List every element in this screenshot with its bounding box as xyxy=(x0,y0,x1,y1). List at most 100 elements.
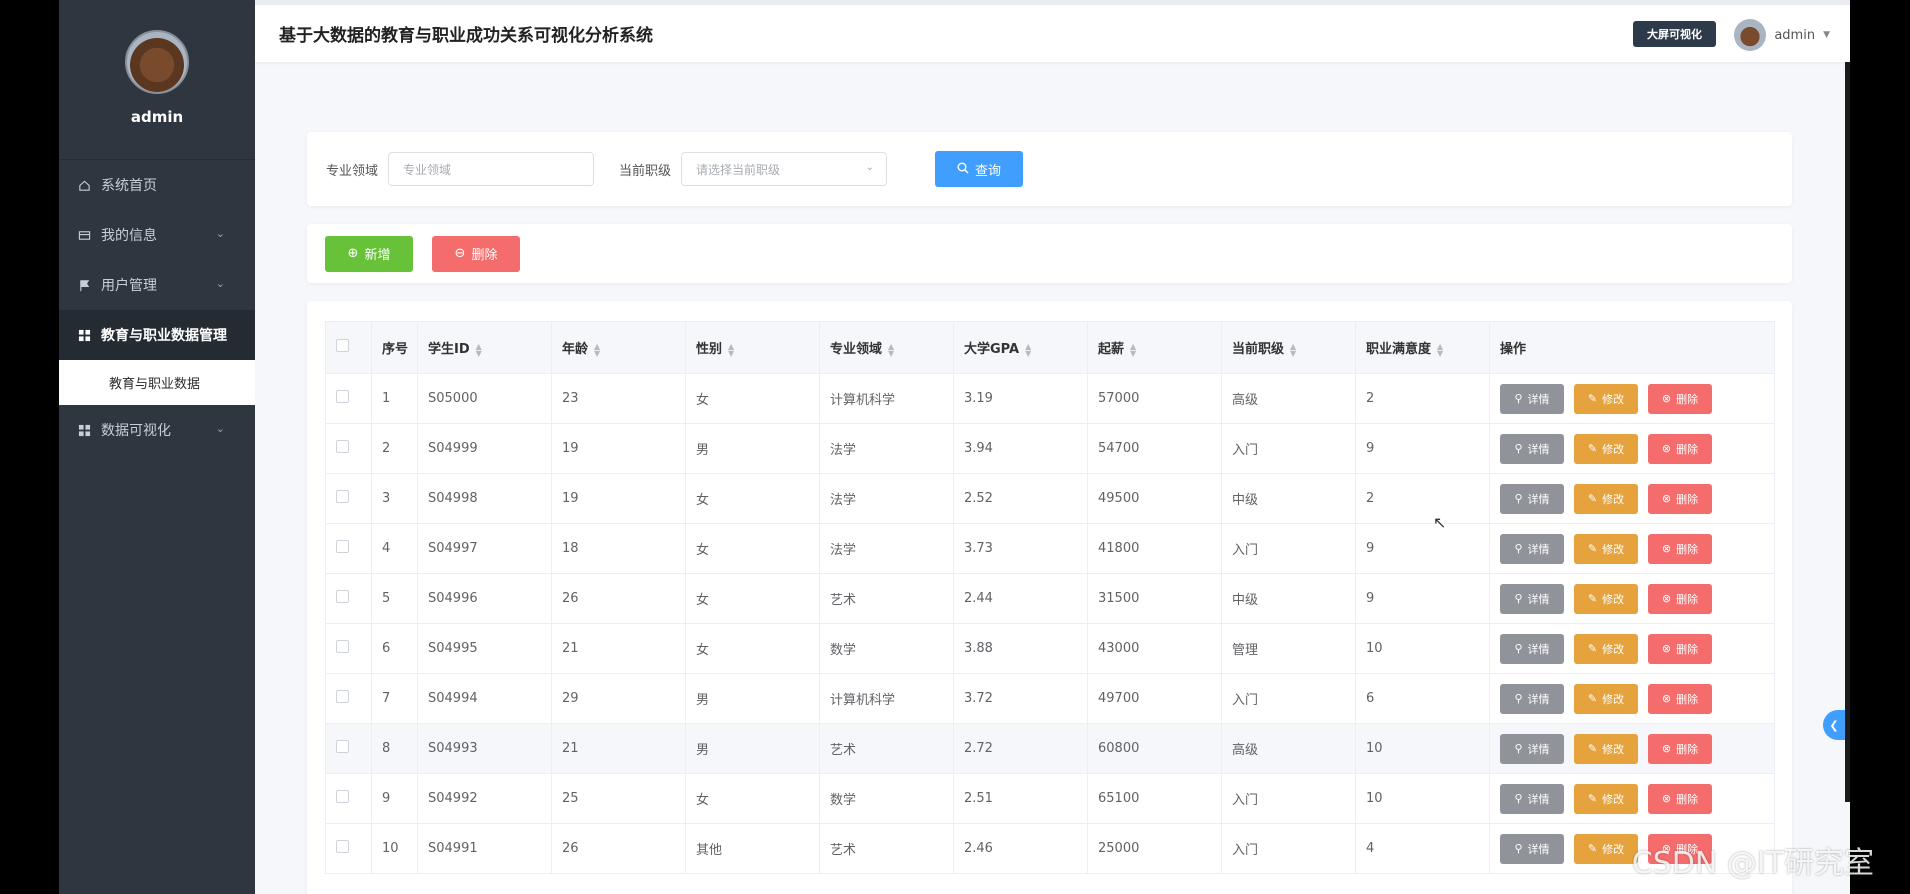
row-checkbox[interactable] xyxy=(336,690,349,703)
query-button[interactable]: 查询 xyxy=(935,151,1024,187)
detail-button[interactable]: ⚲ 详情 xyxy=(1500,483,1564,514)
chevron-down-icon: ⌄ xyxy=(215,277,225,290)
row-checkbox[interactable] xyxy=(336,840,349,853)
sort-icon[interactable]: ▲ ▼ xyxy=(1290,342,1296,357)
edit-button[interactable]: ✎ 修改 xyxy=(1574,583,1638,614)
delete-button[interactable]: ⊗ 删除 xyxy=(1648,583,1712,614)
bigscreen-button[interactable]: 大屏可视化 xyxy=(1633,21,1716,47)
detail-button[interactable]: ⚲ 详情 xyxy=(1500,833,1564,864)
cell-index: 4 xyxy=(371,523,418,574)
sort-icon[interactable]: ▲ ▼ xyxy=(888,342,894,357)
delete-button[interactable]: ⊗ 删除 xyxy=(1648,733,1712,764)
table-row[interactable]: 8 S04993 21 男艺术 2.72 60800 高级 10 ⚲ 详情 ✎ 修改 ⊗ 删除 xyxy=(325,723,1775,774)
sidebar-item-user-management[interactable]: 用户管理 ⌄ xyxy=(59,260,255,310)
table-row[interactable]: 10 S04991 26 其他 艺术 2.46 25000 入门 4 ⚲ 详情 ✎ 修改 ⊗ 删除 xyxy=(325,823,1775,874)
detail-button[interactable]: ⚲ 详情 xyxy=(1500,383,1564,414)
cell-gender: 女 xyxy=(685,473,820,524)
pencil-icon: ✎ xyxy=(1587,792,1598,805)
table-row[interactable]: 1 S05000 23 女计算机科学 3.19 57000 高级 2 ⚲ 详情 ✎ 修改 ⊗ 删除 xyxy=(325,373,1775,424)
sidebar-item-data-visualization[interactable]: 数据可视化 ⌄ xyxy=(59,405,255,455)
delete-button[interactable]: ⊗ 删除 xyxy=(1648,433,1712,464)
cell-salary: 57000 xyxy=(1087,373,1222,424)
major-input[interactable]: 专业领域 xyxy=(388,152,595,186)
col-header-level[interactable]: 当前职级 ▲ ▼ xyxy=(1221,321,1356,374)
home-icon xyxy=(77,178,91,192)
sidebar-subitem-edu-career[interactable]: 教育与职业数据 xyxy=(59,360,255,405)
row-checkbox[interactable] xyxy=(336,590,349,603)
row-checkbox[interactable] xyxy=(336,490,349,503)
detail-button[interactable]: ⚲ 详情 xyxy=(1500,783,1564,814)
sort-icon[interactable]: ▲ ▼ xyxy=(476,342,482,357)
detail-button[interactable]: ⚲ 详情 xyxy=(1500,433,1564,464)
row-checkbox[interactable] xyxy=(336,740,349,753)
row-checkbox[interactable] xyxy=(336,440,349,453)
table-row[interactable]: 3 S04998 19 女法学 2.52 49500 中级 2 ⚲ 详情 ✎ 修改 ⊗ 删除 xyxy=(325,473,1775,524)
row-checkbox[interactable] xyxy=(336,540,349,553)
cell-gpa: 2.72 xyxy=(953,723,1088,774)
collapse-toggle-icon[interactable]: ❮ xyxy=(1823,710,1845,740)
table-row[interactable]: 4 S04997 18 女法学 3.73 41800 入门 9 ⚲ 详情 ✎ 修改 ⊗ 删除 xyxy=(325,523,1775,574)
delete-button[interactable]: ⊗ 删除 xyxy=(1648,783,1712,814)
cell-salary: 25000 xyxy=(1087,823,1222,874)
cell-level: 高级 xyxy=(1221,723,1356,774)
detail-button[interactable]: ⚲ 详情 xyxy=(1500,733,1564,764)
sidebar-item-home[interactable]: 系统首页 xyxy=(59,160,255,210)
edit-button[interactable]: ✎ 修改 xyxy=(1574,783,1638,814)
edit-button[interactable]: ✎ 修改 xyxy=(1574,833,1638,864)
cell-student-id: S05000 xyxy=(417,373,552,424)
edit-button[interactable]: ✎ 修改 xyxy=(1574,633,1638,664)
delete-button[interactable]: ⊗ 删除 xyxy=(1648,633,1712,664)
col-header-gender[interactable]: 性别 ▲ ▼ xyxy=(685,321,820,374)
batch-delete-button[interactable]: ⊖ 删除 xyxy=(432,235,520,272)
row-checkbox[interactable] xyxy=(336,790,349,803)
data-table: 序号 学生ID ▲ ▼ 年龄 ▲ ▼ 性别 ▲ ▼ 专业领域 ▲ ▼ 大学GPA ▲ ▼ 起薪 ▲ ▼ … xyxy=(325,321,1775,874)
scrollbar[interactable] xyxy=(1845,62,1850,802)
sort-icon[interactable]: ▲ ▼ xyxy=(594,342,600,357)
detail-button[interactable]: ⚲ 详情 xyxy=(1500,633,1564,664)
col-header-gpa[interactable]: 大学GPA ▲ ▼ xyxy=(953,321,1088,374)
col-header-salary[interactable]: 起薪 ▲ ▼ xyxy=(1087,321,1222,374)
delete-button[interactable]: ⊗ 删除 xyxy=(1648,483,1712,514)
detail-button[interactable]: ⚲ 详情 xyxy=(1500,583,1564,614)
table-row[interactable]: 7 S04994 29 男计算机科学 3.72 49700 入门 6 ⚲ 详情 ✎ 修改 ⊗ 删除 xyxy=(325,673,1775,724)
col-header-student-id[interactable]: 学生ID ▲ ▼ xyxy=(417,321,552,374)
cell-major: 数学 xyxy=(819,773,954,824)
user-menu[interactable]: admin ▼ xyxy=(1734,19,1830,51)
pencil-icon: ✎ xyxy=(1587,742,1598,755)
edit-button[interactable]: ✎ 修改 xyxy=(1574,683,1638,714)
sort-icon[interactable]: ▲ ▼ xyxy=(1025,342,1031,357)
detail-button[interactable]: ⚲ 详情 xyxy=(1500,683,1564,714)
select-all-checkbox[interactable] xyxy=(336,339,349,352)
sidebar-item-label: 教育与职业数据管理 xyxy=(101,328,227,344)
col-header-actions: 操作 xyxy=(1489,321,1775,374)
sidebar-item-edu-career-data[interactable]: 教育与职业数据管理 xyxy=(59,310,255,360)
sort-icon[interactable]: ▲ ▼ xyxy=(1130,342,1136,357)
edit-button[interactable]: ✎ 修改 xyxy=(1574,433,1638,464)
avatar[interactable] xyxy=(125,30,189,94)
edit-button[interactable]: ✎ 修改 xyxy=(1574,733,1638,764)
remove-label: 删除 xyxy=(1676,742,1699,756)
table-row[interactable]: 2 S04999 19 男法学 3.94 54700 入门 9 ⚲ 详情 ✎ 修改 ⊗ 删除 xyxy=(325,423,1775,474)
sidebar-item-my-info[interactable]: 我的信息 ⌄ xyxy=(59,210,255,260)
col-header-age[interactable]: 年龄 ▲ ▼ xyxy=(551,321,686,374)
sort-icon[interactable]: ▲ ▼ xyxy=(1437,342,1443,357)
delete-button[interactable]: ⊗ 删除 xyxy=(1648,383,1712,414)
cell-student-id: S04993 xyxy=(417,723,552,774)
level-select[interactable]: 请选择当前职级 ⌄ xyxy=(681,152,888,186)
edit-button[interactable]: ✎ 修改 xyxy=(1574,483,1638,514)
delete-button[interactable]: ⊗ 删除 xyxy=(1648,533,1712,564)
edit-button[interactable]: ✎ 修改 xyxy=(1574,383,1638,414)
sort-icon[interactable]: ▲ ▼ xyxy=(728,342,734,357)
table-row[interactable]: 5 S04996 26 女艺术 2.44 31500 中级 9 ⚲ 详情 ✎ 修改 ⊗ 删除 xyxy=(325,573,1775,624)
row-checkbox[interactable] xyxy=(336,390,349,403)
detail-button[interactable]: ⚲ 详情 xyxy=(1500,533,1564,564)
edit-button[interactable]: ✎ 修改 xyxy=(1574,533,1638,564)
row-checkbox[interactable] xyxy=(336,640,349,653)
table-row[interactable]: 9 S04992 25 女数学 2.51 65100 入门 10 ⚲ 详情 ✎ 修改 ⊗ 删除 xyxy=(325,773,1775,824)
delete-button[interactable]: ⊗ 删除 xyxy=(1648,683,1712,714)
table-row[interactable]: 6 S04995 21 女数学 3.88 43000 管理 10 ⚲ 详情 ✎ 修改 ⊗ 删除 xyxy=(325,623,1775,674)
col-header-major[interactable]: 专业领域 ▲ ▼ xyxy=(819,321,954,374)
add-button[interactable]: ⊕ 新增 xyxy=(325,235,413,272)
col-header-satisfaction[interactable]: 职业满意度 ▲ ▼ xyxy=(1355,321,1490,374)
cell-gender: 女 xyxy=(685,373,820,424)
